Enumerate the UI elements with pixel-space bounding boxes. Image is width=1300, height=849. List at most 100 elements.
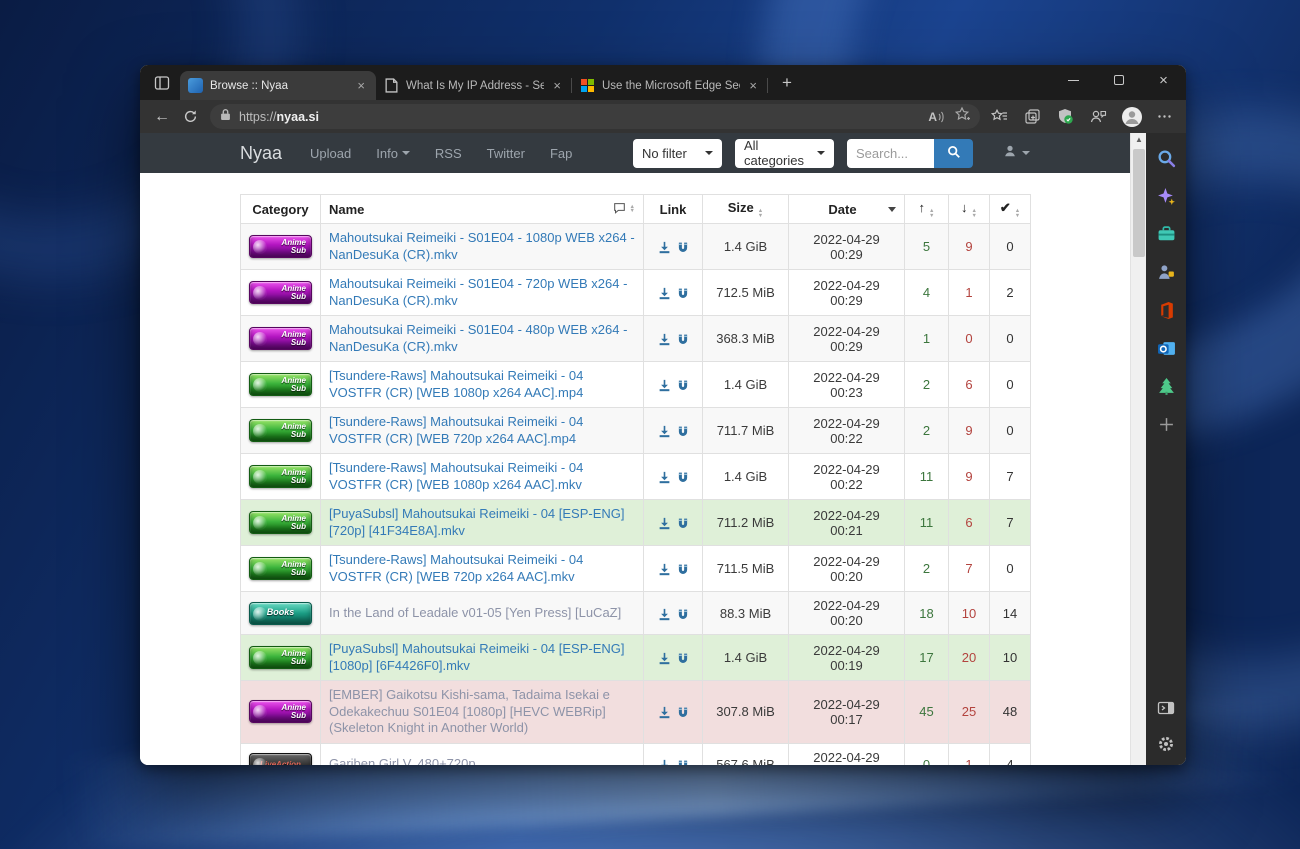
column-header-leechers[interactable]: ↓▲▼ (949, 195, 990, 224)
add-favorite-icon[interactable] (954, 106, 970, 127)
feedback-icon[interactable] (1085, 104, 1112, 130)
category-badge[interactable]: Anime Sub (249, 646, 312, 669)
torrent-link[interactable]: [PuyaSubsl] Mahoutsukai Reimeiki - 04 [E… (329, 641, 625, 673)
url-text[interactable]: https://nyaa.si (239, 110, 920, 124)
profile-avatar-icon[interactable] (1118, 104, 1145, 130)
torrent-link[interactable]: Gariben Girl V. 480+720p (329, 756, 476, 765)
download-icon[interactable] (658, 425, 671, 438)
magnet-icon[interactable] (677, 379, 689, 392)
download-icon[interactable] (658, 706, 671, 719)
torrent-link[interactable]: [Tsundere-Raws] Mahoutsukai Reimeiki - 0… (329, 460, 583, 492)
tree-icon[interactable] (1155, 375, 1177, 397)
refresh-icon[interactable] (176, 104, 204, 130)
download-icon[interactable] (658, 759, 671, 765)
category-badge[interactable]: Anime Sub (249, 557, 312, 580)
magnet-icon[interactable] (677, 241, 689, 254)
page-scrollbar[interactable]: ▲ (1130, 133, 1146, 765)
category-badge[interactable]: Anime Sub (249, 373, 312, 396)
scroll-up-arrow[interactable]: ▲ (1131, 135, 1147, 144)
magnet-icon[interactable] (677, 608, 689, 621)
copilot-icon[interactable] (1155, 185, 1177, 207)
tab-edge-secure[interactable]: Use the Microsoft Edge Secure N × (572, 71, 768, 100)
games-icon[interactable] (1155, 261, 1177, 283)
tab-close-icon[interactable]: × (550, 78, 564, 93)
read-aloud-icon[interactable]: A (928, 110, 944, 124)
tab-browse-nyaa[interactable]: Browse :: Nyaa × (180, 71, 376, 100)
close-button[interactable]: × (1141, 65, 1186, 95)
torrent-link[interactable]: In the Land of Leadale v01-05 [Yen Press… (329, 605, 621, 620)
browser-essentials-icon[interactable] (1052, 104, 1079, 130)
magnet-icon[interactable] (677, 563, 689, 576)
magnet-icon[interactable] (677, 759, 689, 765)
favorites-icon[interactable] (986, 104, 1013, 130)
office-icon[interactable] (1155, 299, 1177, 321)
category-badge[interactable]: Anime Sub (249, 419, 312, 442)
nav-link-info[interactable]: Info (376, 146, 410, 161)
category-badge[interactable]: Anime Sub (249, 327, 312, 350)
categories-select[interactable]: All categories (735, 139, 834, 168)
column-header-name[interactable]: Name ▲▼ (321, 195, 644, 224)
category-badge[interactable]: Anime Sub (249, 465, 312, 488)
tab-ip-address[interactable]: What Is My IP Address - See You × (376, 71, 572, 100)
collections-icon[interactable] (1019, 104, 1046, 130)
nav-link-fap[interactable]: Fap (550, 146, 572, 161)
category-badge[interactable]: Anime Sub (249, 281, 312, 304)
download-icon[interactable] (658, 608, 671, 621)
scrollbar-thumb[interactable] (1133, 149, 1145, 257)
download-icon[interactable] (658, 333, 671, 346)
torrent-link[interactable]: Mahoutsukai Reimeiki - S01E04 - 1080p WE… (329, 230, 635, 262)
filter-select[interactable]: No filter (633, 139, 722, 168)
download-icon[interactable] (658, 563, 671, 576)
tools-icon[interactable] (1155, 223, 1177, 245)
torrent-link[interactable]: Mahoutsukai Reimeiki - S01E04 - 720p WEB… (329, 276, 627, 308)
search-button[interactable] (934, 139, 973, 168)
column-header-link[interactable]: Link (644, 195, 703, 224)
lock-icon[interactable] (220, 108, 231, 126)
column-header-category[interactable]: Category (241, 195, 321, 224)
side-panel-icon[interactable] (1155, 697, 1177, 719)
category-badge[interactable]: Anime Sub (249, 235, 312, 258)
magnet-icon[interactable] (677, 425, 689, 438)
column-header-size[interactable]: Size▲▼ (703, 195, 789, 224)
nav-link-twitter[interactable]: Twitter (487, 146, 525, 161)
add-icon[interactable] (1155, 413, 1177, 435)
outlook-icon[interactable] (1155, 337, 1177, 359)
magnet-icon[interactable] (677, 471, 689, 484)
more-options-icon[interactable] (1151, 104, 1178, 130)
nav-link-upload[interactable]: Upload (310, 146, 351, 161)
user-menu[interactable] (1003, 144, 1030, 163)
tab-close-icon[interactable]: × (746, 78, 760, 93)
magnet-icon[interactable] (677, 517, 689, 530)
category-badge[interactable]: Books (249, 602, 312, 625)
category-badge[interactable]: Anime Sub (249, 511, 312, 534)
magnet-icon[interactable] (677, 287, 689, 300)
maximize-button[interactable] (1096, 65, 1141, 95)
category-badge[interactable]: LiveAction (249, 753, 312, 765)
download-icon[interactable] (658, 652, 671, 665)
address-bar[interactable]: https://nyaa.si A (210, 104, 980, 129)
torrent-link[interactable]: [Tsundere-Raws] Mahoutsukai Reimeiki - 0… (329, 552, 583, 584)
tab-actions-icon[interactable] (150, 71, 174, 95)
torrent-link[interactable]: [Tsundere-Raws] Mahoutsukai Reimeiki - 0… (329, 368, 583, 400)
torrent-link[interactable]: [EMBER] Gaikotsu Kishi-sama, Tadaima Ise… (329, 687, 610, 735)
download-icon[interactable] (658, 241, 671, 254)
search-icon[interactable] (1155, 147, 1177, 169)
download-icon[interactable] (658, 379, 671, 392)
new-tab-button[interactable]: + (774, 70, 800, 96)
minimize-button[interactable] (1051, 65, 1096, 95)
tab-close-icon[interactable]: × (354, 78, 368, 93)
download-icon[interactable] (658, 471, 671, 484)
magnet-icon[interactable] (677, 652, 689, 665)
settings-icon[interactable] (1155, 733, 1177, 755)
magnet-icon[interactable] (677, 706, 689, 719)
torrent-link[interactable]: [PuyaSubsl] Mahoutsukai Reimeiki - 04 [E… (329, 506, 625, 538)
column-header-completed[interactable]: ✔▲▼ (990, 195, 1031, 224)
magnet-icon[interactable] (677, 333, 689, 346)
column-header-seeders[interactable]: ↑▲▼ (905, 195, 949, 224)
search-input[interactable] (847, 139, 934, 168)
torrent-link[interactable]: [Tsundere-Raws] Mahoutsukai Reimeiki - 0… (329, 414, 583, 446)
download-icon[interactable] (658, 517, 671, 530)
torrent-link[interactable]: Mahoutsukai Reimeiki - S01E04 - 480p WEB… (329, 322, 627, 354)
column-header-date[interactable]: Date (789, 195, 905, 224)
back-icon[interactable]: ← (148, 104, 176, 130)
